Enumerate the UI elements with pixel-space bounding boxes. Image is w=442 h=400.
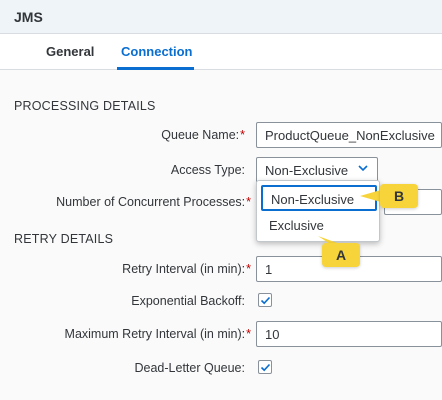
concurrent-processes-label: Number of Concurrent Processes:* [56, 195, 251, 209]
tab-bar: General Connection [0, 34, 442, 70]
exponential-backoff-label: Exponential Backoff: [131, 294, 245, 308]
tab-connection[interactable]: Connection [121, 44, 193, 59]
dead-letter-queue-checkbox[interactable] [258, 360, 272, 374]
required-marker: * [246, 262, 251, 276]
retry-interval-label: Retry Interval (in min):* [122, 262, 251, 276]
retry-details-heading: RETRY DETAILS [14, 232, 114, 246]
checkmark-icon [260, 296, 271, 305]
callout-a: A [322, 243, 360, 267]
exponential-backoff-checkbox[interactable] [258, 293, 272, 307]
max-retry-interval-input[interactable]: 10 [256, 321, 442, 347]
option-non-exclusive[interactable]: Non-Exclusive [261, 185, 377, 211]
window-titlebar: JMS [0, 0, 442, 34]
required-marker: * [246, 195, 251, 209]
checkmark-icon [260, 363, 271, 372]
queue-name-label: Queue Name:* [161, 128, 245, 142]
access-type-dropdown: Non-Exclusive Exclusive [256, 180, 380, 242]
chevron-down-icon [358, 165, 368, 172]
required-marker: * [240, 128, 245, 142]
max-retry-interval-label: Maximum Retry Interval (in min):* [64, 327, 251, 341]
processing-details-heading: PROCESSING DETAILS [14, 99, 156, 113]
access-type-label: Access Type: [170, 163, 245, 177]
dead-letter-queue-label: Dead-Letter Queue: [134, 361, 246, 375]
window-title: JMS [14, 9, 43, 25]
tab-general[interactable]: General [46, 44, 94, 59]
callout-b: B [380, 184, 418, 208]
option-exclusive[interactable]: Exclusive [261, 213, 377, 239]
queue-name-input[interactable]: ProductQueue_NonExclusive [256, 122, 442, 148]
access-type-value: Non-Exclusive [265, 163, 349, 178]
required-marker: * [246, 327, 251, 341]
